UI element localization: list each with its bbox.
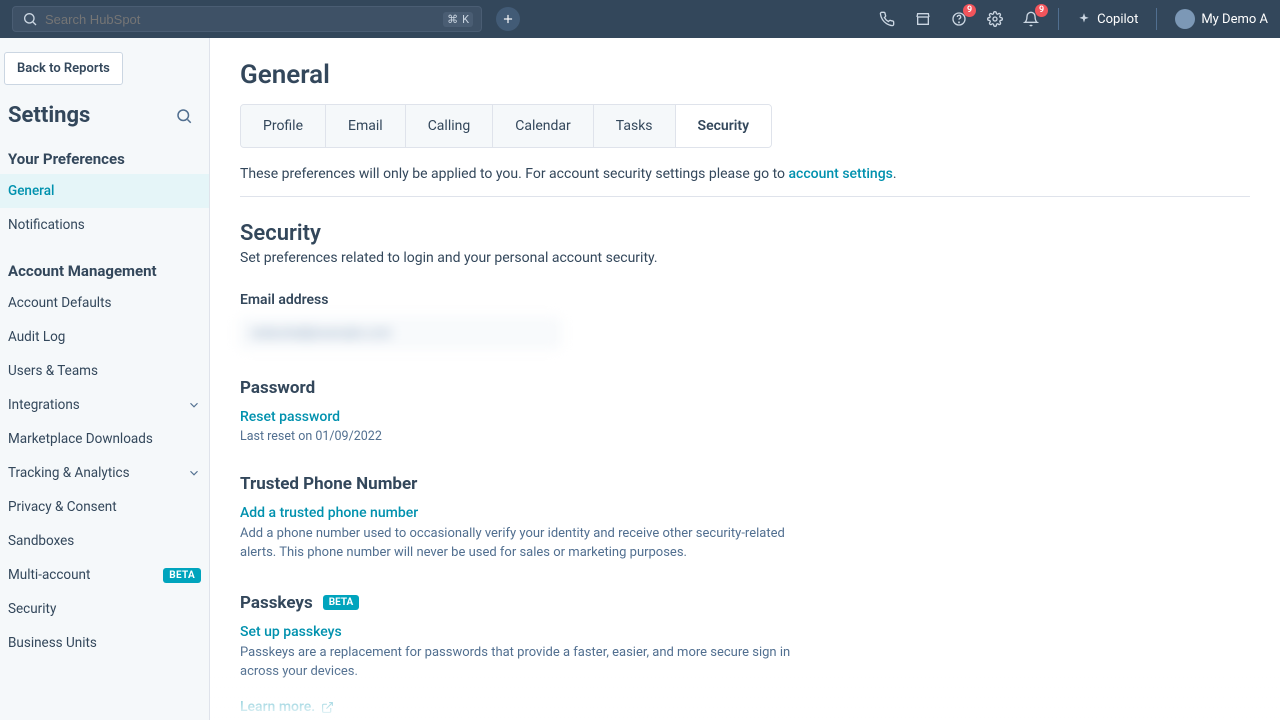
reset-password-link[interactable]: Reset password bbox=[240, 409, 340, 425]
email-value: redacted@example.com bbox=[240, 318, 560, 348]
copilot-button[interactable]: Copilot bbox=[1077, 12, 1138, 27]
help-icon[interactable]: 9 bbox=[950, 10, 968, 28]
top-nav: ⌘K 9 9 Copilot My Demo A bbox=[0, 0, 1280, 38]
sidebar-item-integrations[interactable]: Integrations bbox=[0, 388, 209, 422]
account-menu[interactable]: My Demo A bbox=[1175, 9, 1268, 29]
chevron-down-icon bbox=[187, 466, 201, 480]
tab-security[interactable]: Security bbox=[676, 105, 772, 147]
create-button[interactable] bbox=[496, 7, 520, 31]
sidebar-item-security[interactable]: Security bbox=[0, 592, 209, 626]
beta-badge: BETA bbox=[323, 595, 360, 610]
nav-divider bbox=[1156, 8, 1157, 30]
learn-more-link[interactable]: Learn more. bbox=[240, 699, 334, 715]
sidebar-item-notifications[interactable]: Notifications bbox=[0, 208, 209, 242]
chevron-down-icon bbox=[187, 398, 201, 412]
search-icon bbox=[21, 10, 39, 28]
divider bbox=[240, 196, 1250, 197]
trusted-phone-heading: Trusted Phone Number bbox=[240, 474, 1250, 494]
settings-search-icon[interactable] bbox=[175, 107, 193, 125]
search-shortcut: ⌘K bbox=[443, 12, 473, 27]
bell-badge: 9 bbox=[1035, 4, 1048, 17]
beta-badge: BETA bbox=[163, 568, 201, 583]
phone-icon[interactable] bbox=[878, 10, 896, 28]
tab-calendar[interactable]: Calendar bbox=[493, 105, 594, 147]
sidebar-item-tracking-analytics[interactable]: Tracking & Analytics bbox=[0, 456, 209, 490]
account-settings-link[interactable]: account settings bbox=[789, 166, 893, 182]
sidebar-item-users-teams[interactable]: Users & Teams bbox=[0, 354, 209, 388]
password-reset-meta: Last reset on 01/09/2022 bbox=[240, 429, 1250, 444]
tab-bar: Profile Email Calling Calendar Tasks Sec… bbox=[240, 104, 772, 148]
help-badge: 9 bbox=[963, 4, 976, 17]
security-heading: Security bbox=[240, 221, 1250, 246]
tab-tasks[interactable]: Tasks bbox=[594, 105, 676, 147]
notice-text: These preferences will only be applied t… bbox=[240, 166, 1250, 182]
global-search[interactable]: ⌘K bbox=[12, 6, 482, 32]
sidebar-item-privacy-consent[interactable]: Privacy & Consent bbox=[0, 490, 209, 524]
external-link-icon bbox=[321, 701, 334, 714]
search-input[interactable] bbox=[45, 12, 437, 27]
nav-icon-tray: 9 9 Copilot My Demo A bbox=[878, 8, 1268, 30]
email-label: Email address bbox=[240, 292, 1250, 308]
add-trusted-phone-link[interactable]: Add a trusted phone number bbox=[240, 505, 418, 521]
bell-icon[interactable]: 9 bbox=[1022, 10, 1040, 28]
sidebar-item-sandboxes[interactable]: Sandboxes bbox=[0, 524, 209, 558]
main-content: General Profile Email Calling Calendar T… bbox=[210, 38, 1280, 720]
sidebar-item-marketplace-downloads[interactable]: Marketplace Downloads bbox=[0, 422, 209, 456]
marketplace-icon[interactable] bbox=[914, 10, 932, 28]
tab-profile[interactable]: Profile bbox=[241, 105, 326, 147]
sidebar-item-audit-log[interactable]: Audit Log bbox=[0, 320, 209, 354]
tab-calling[interactable]: Calling bbox=[406, 105, 494, 147]
trusted-phone-desc: Add a phone number used to occasionally … bbox=[240, 525, 800, 563]
tab-email[interactable]: Email bbox=[326, 105, 406, 147]
page-title: General bbox=[240, 60, 1250, 90]
nav-divider bbox=[1058, 8, 1059, 30]
password-heading: Password bbox=[240, 378, 1250, 398]
avatar bbox=[1175, 9, 1195, 29]
settings-title: Settings bbox=[8, 103, 90, 128]
sidebar-item-account-defaults[interactable]: Account Defaults bbox=[0, 286, 209, 320]
sidebar-item-multi-account[interactable]: Multi-account BETA bbox=[0, 558, 209, 592]
passkeys-heading: Passkeys BETA bbox=[240, 593, 1250, 613]
back-to-reports-button[interactable]: Back to Reports bbox=[4, 52, 123, 85]
mgmt-section-header: Account Management bbox=[0, 252, 209, 286]
settings-sidebar: Back to Reports Settings Your Preference… bbox=[0, 38, 210, 720]
gear-icon[interactable] bbox=[986, 10, 1004, 28]
security-desc: Set preferences related to login and you… bbox=[240, 250, 1250, 266]
sidebar-item-business-units[interactable]: Business Units bbox=[0, 626, 209, 660]
setup-passkeys-link[interactable]: Set up passkeys bbox=[240, 624, 342, 640]
passkeys-desc: Passkeys are a replacement for passwords… bbox=[240, 644, 800, 682]
sidebar-item-general[interactable]: General bbox=[0, 174, 209, 208]
prefs-section-header: Your Preferences bbox=[0, 140, 209, 174]
